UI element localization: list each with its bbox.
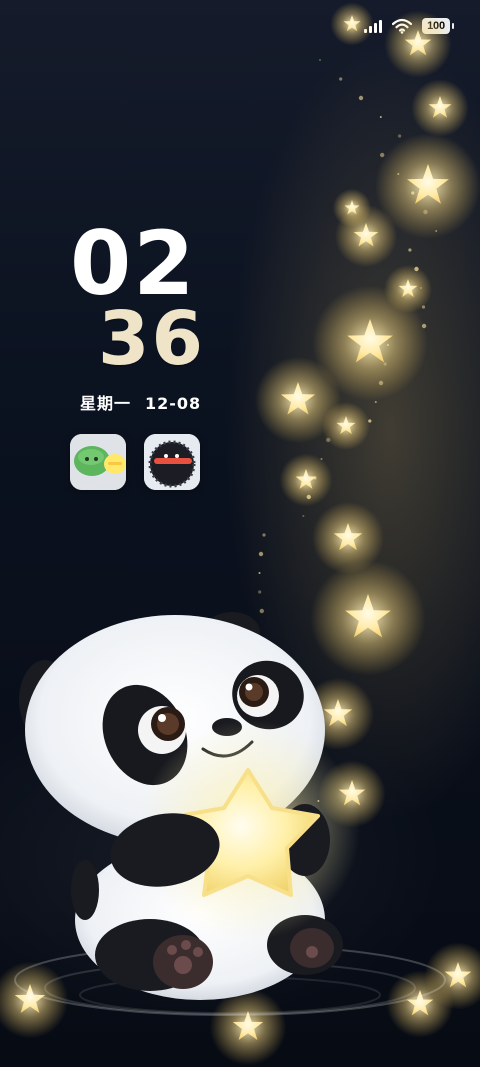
sparkle: [258, 551, 264, 557]
clock-hours: 02: [70, 212, 197, 315]
sparkle: [368, 419, 372, 423]
sparkle: [313, 476, 317, 480]
sparkle: [380, 152, 385, 158]
date-label: 12-08: [145, 394, 202, 413]
sparkle: [408, 248, 412, 252]
sparkle: [374, 401, 377, 403]
sparkle: [320, 458, 323, 460]
sparkle: [379, 116, 382, 118]
sparkle: [258, 572, 261, 574]
sparkle: [326, 437, 331, 443]
sparkle: [383, 362, 387, 366]
lockscreen: 100 02 36 星期一12-08: [0, 0, 480, 1067]
sparkle: [423, 209, 428, 215]
sparkle: [306, 494, 311, 500]
sparkle: [386, 344, 389, 346]
sparkle: [378, 380, 384, 386]
app-shortcut-dark-creature-icon[interactable]: [144, 434, 200, 490]
sparkle: [435, 230, 438, 232]
sparkle: [411, 191, 415, 195]
sparkle: [397, 173, 400, 175]
sparkle: [420, 287, 422, 289]
sparkle: [339, 77, 343, 81]
date-line: 星期一 12-08: [80, 390, 215, 414]
sparkle: [262, 533, 266, 537]
sparkle: [398, 134, 402, 138]
sparkle: [421, 323, 427, 329]
panda-illustration: [14, 612, 446, 1016]
sparkle: [319, 59, 321, 61]
app-shortcut-green-blob-icon[interactable]: [70, 434, 126, 490]
clock-minutes: 36: [98, 296, 205, 382]
sparkle: [302, 515, 305, 517]
sparkle: [358, 95, 364, 101]
sparkle: [421, 305, 426, 309]
weekday-label: 星期一: [80, 394, 132, 413]
sparkle: [414, 266, 419, 272]
